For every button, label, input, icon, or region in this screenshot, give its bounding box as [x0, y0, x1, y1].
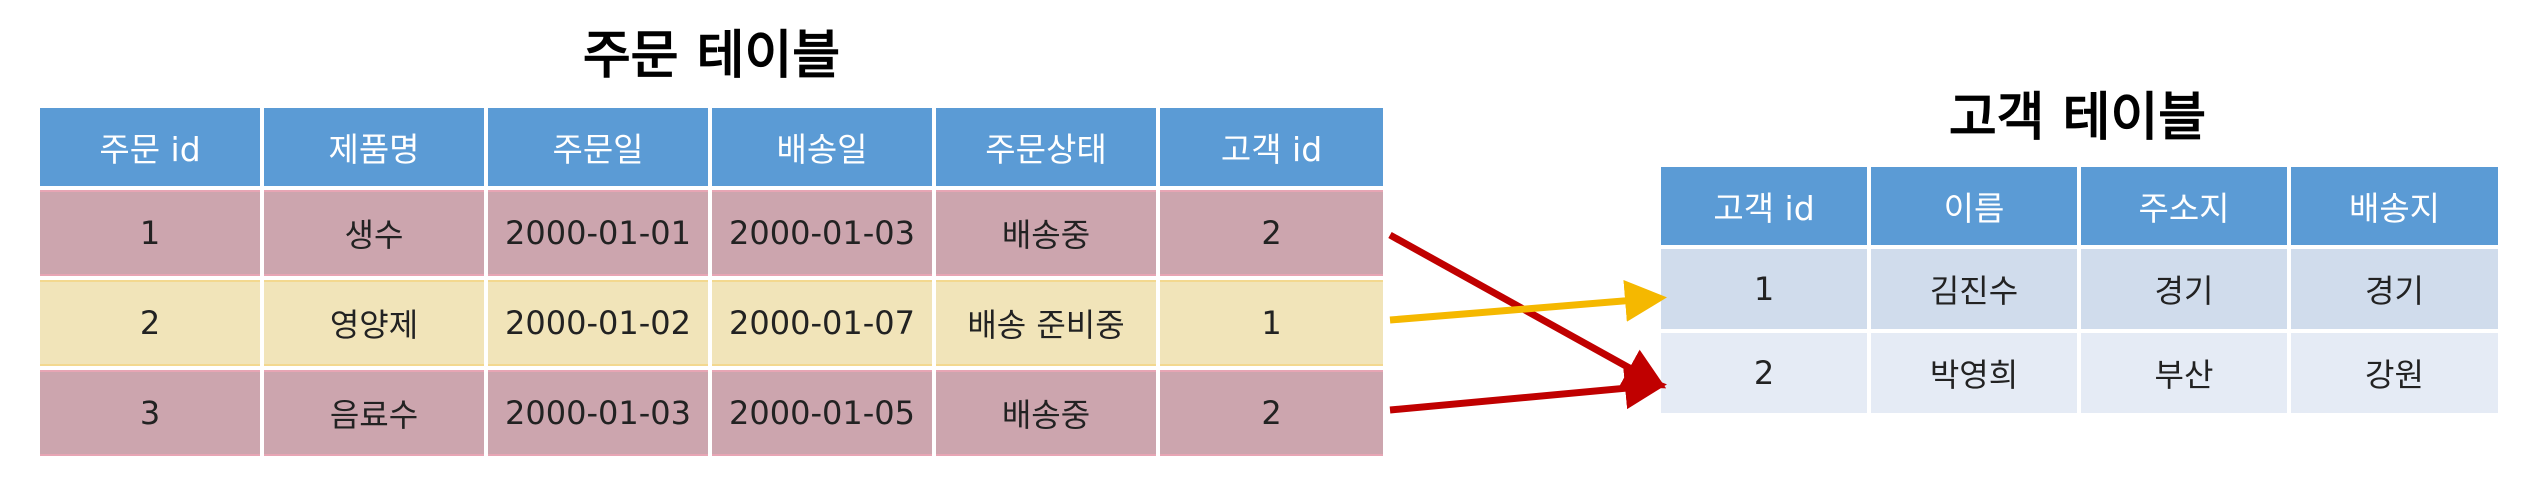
relationship-arrows [1388, 231, 1667, 414]
arrow-order-3-to-customer-2 [1389, 367, 1667, 414]
arrow-order-2-to-customer-1 [1389, 279, 1667, 324]
